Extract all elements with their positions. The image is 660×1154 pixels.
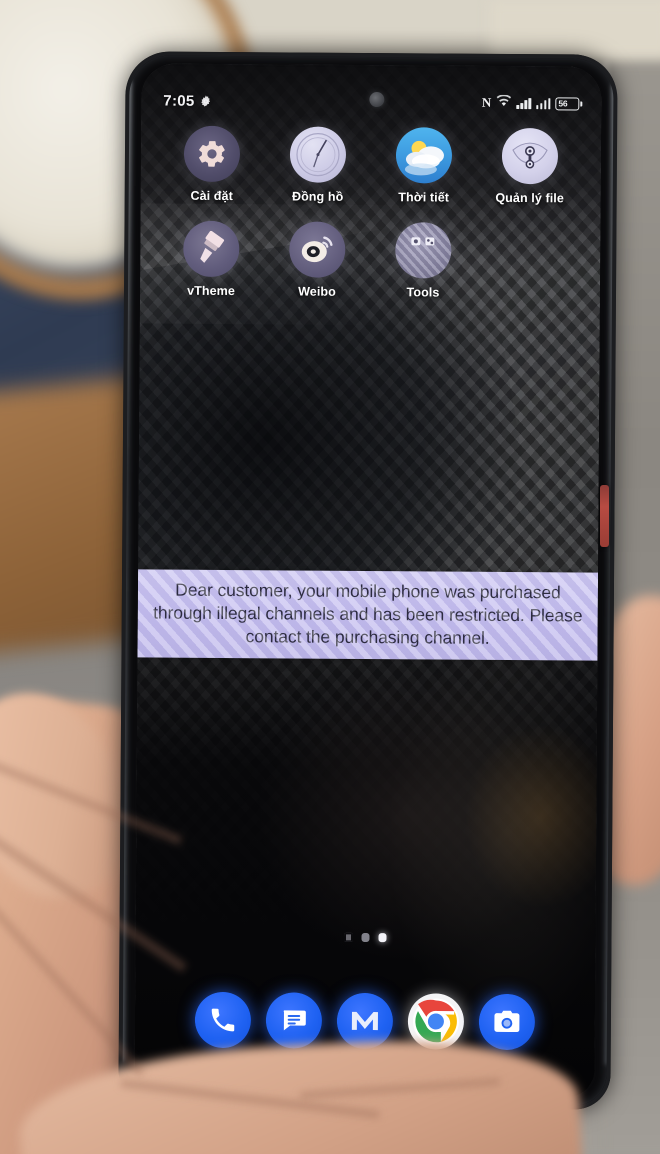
app-settings[interactable]: Cài đặt xyxy=(159,125,266,204)
app-weather[interactable]: Thời tiết xyxy=(371,127,478,205)
restriction-warning-banner: Dear customer, your mobile phone was pur… xyxy=(137,569,599,661)
weibo-eye-icon[interactable] xyxy=(289,221,346,278)
app-label: Weibo xyxy=(298,284,336,299)
page-dot-3-active[interactable] xyxy=(378,933,387,943)
battery-icon: 56 xyxy=(555,96,580,110)
clock-icon[interactable] xyxy=(289,126,347,183)
page-dot-1[interactable] xyxy=(344,932,353,942)
nfc-icon: N xyxy=(481,94,492,110)
app-label: Đồng hồ xyxy=(291,189,344,204)
app-vtheme[interactable]: vTheme xyxy=(158,220,265,299)
paintbrush-icon[interactable] xyxy=(183,220,240,278)
app-file-manager[interactable]: Quản lý file xyxy=(477,127,584,206)
camera-icon[interactable] xyxy=(478,993,536,1051)
app-grid: Cài đặt Đồng hồ Thời tiết Quản lý file v… xyxy=(140,125,601,300)
signal-bars-icon xyxy=(535,97,551,110)
wallpaper-warm-reflection xyxy=(255,664,558,967)
app-label: Thời tiết xyxy=(398,190,450,205)
page-dot-2[interactable] xyxy=(361,932,370,943)
phone-handset-icon[interactable] xyxy=(194,991,252,1049)
warning-message-text: Dear customer, your mobile phone was pur… xyxy=(153,579,583,648)
status-clock: 7:05 xyxy=(163,92,195,110)
status-bar-right: N 56 xyxy=(482,94,580,113)
phone-screen[interactable]: 7:05 N 56 Cài đặt Đồng hồ Thời tiết Quản… xyxy=(134,63,602,1098)
app-row-2: vTheme Weibo Tools xyxy=(158,220,583,301)
app-label: vTheme xyxy=(187,283,235,299)
photo-of-phone-in-hand: 7:05 N 56 Cài đặt Đồng hồ Thời tiết Quản… xyxy=(0,0,660,1154)
weather-sun-cloud-icon[interactable] xyxy=(395,127,453,184)
app-weibo[interactable]: Weibo xyxy=(264,221,371,299)
tools-folder-icon[interactable] xyxy=(395,222,452,279)
app-tools[interactable]: Tools xyxy=(370,222,477,300)
gear-icon xyxy=(200,94,213,107)
message-bubble-icon[interactable] xyxy=(265,992,323,1049)
status-bar: 7:05 N 56 xyxy=(141,87,601,116)
app-label: Cài đặt xyxy=(190,188,233,204)
wifi-icon xyxy=(496,94,512,112)
app-clock[interactable]: Đồng hồ xyxy=(265,126,372,204)
file-manager-icon[interactable] xyxy=(501,127,559,185)
smartphone-device: 7:05 N 56 Cài đặt Đồng hồ Thời tiết Quản… xyxy=(118,51,618,1110)
settings-gear-icon[interactable] xyxy=(183,125,241,183)
power-button[interactable] xyxy=(600,485,609,547)
status-bar-left: 7:05 xyxy=(163,92,212,109)
signal-bars-icon xyxy=(516,97,531,110)
battery-percent: 56 xyxy=(558,98,568,109)
app-label: Tools xyxy=(406,285,440,300)
app-row-1: Cài đặt Đồng hồ Thời tiết Quản lý file xyxy=(159,125,584,206)
app-label: Quản lý file xyxy=(495,190,565,206)
background-shelf xyxy=(490,0,660,58)
